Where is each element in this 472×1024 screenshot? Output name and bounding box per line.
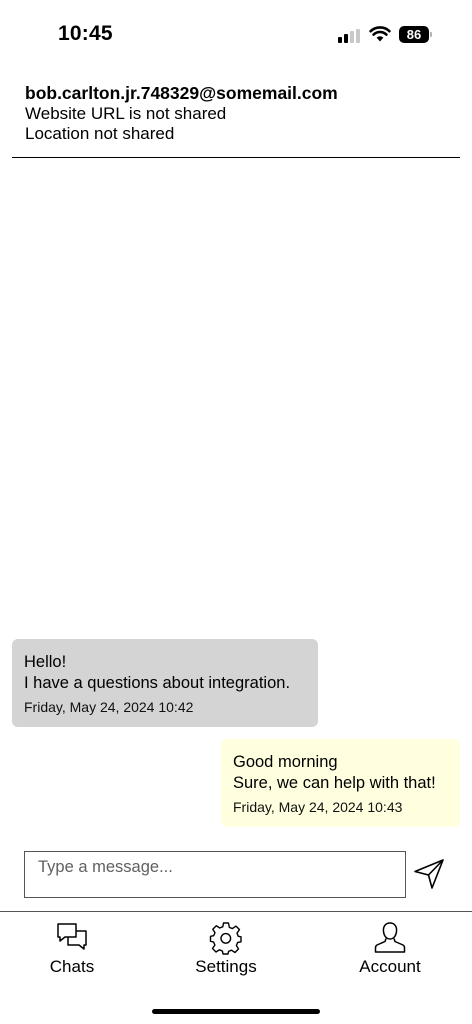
person-icon <box>374 922 406 953</box>
status-bar: 10:45 86 <box>0 0 472 64</box>
chat-bubbles-icon <box>57 923 87 950</box>
tab-settings[interactable]: Settings <box>171 912 281 982</box>
message-incoming: Hello! I have a questions about integrat… <box>12 639 318 727</box>
battery-icon: 86 <box>399 26 433 43</box>
message-text: I have a questions about integration. <box>24 674 291 692</box>
message-timestamp: Friday, May 24, 2024 10:42 <box>24 699 194 715</box>
tab-account-label: Account <box>359 957 421 976</box>
tab-chats[interactable]: Chats <box>17 912 127 982</box>
home-indicator[interactable] <box>152 1009 320 1014</box>
contact-location: Location not shared <box>25 124 175 143</box>
tab-account[interactable]: Account <box>335 912 445 982</box>
status-time: 10:45 <box>58 22 113 45</box>
battery-level: 86 <box>399 26 429 43</box>
tab-bar: Chats Settings Account <box>0 911 472 1024</box>
send-icon <box>414 859 444 889</box>
message-text: Good morning <box>233 753 338 771</box>
cellular-signal-icon <box>338 29 362 43</box>
message-timestamp: Friday, May 24, 2024 10:43 <box>233 799 403 815</box>
contact-website: Website URL is not shared <box>25 104 227 123</box>
tab-settings-label: Settings <box>195 957 257 976</box>
tab-chats-label: Chats <box>49 957 95 976</box>
contact-header: bob.carlton.jr.748329@somemail.com Websi… <box>12 82 460 158</box>
message-text: Hello! <box>24 653 67 671</box>
message-outgoing: Good morning Sure, we can help with that… <box>221 739 460 827</box>
gear-icon <box>209 922 242 955</box>
contact-email: bob.carlton.jr.748329@somemail.com <box>25 83 338 103</box>
send-button[interactable] <box>412 857 446 891</box>
message-input[interactable] <box>24 851 406 898</box>
wifi-icon <box>369 26 391 42</box>
message-text: Sure, we can help with that! <box>233 774 436 792</box>
